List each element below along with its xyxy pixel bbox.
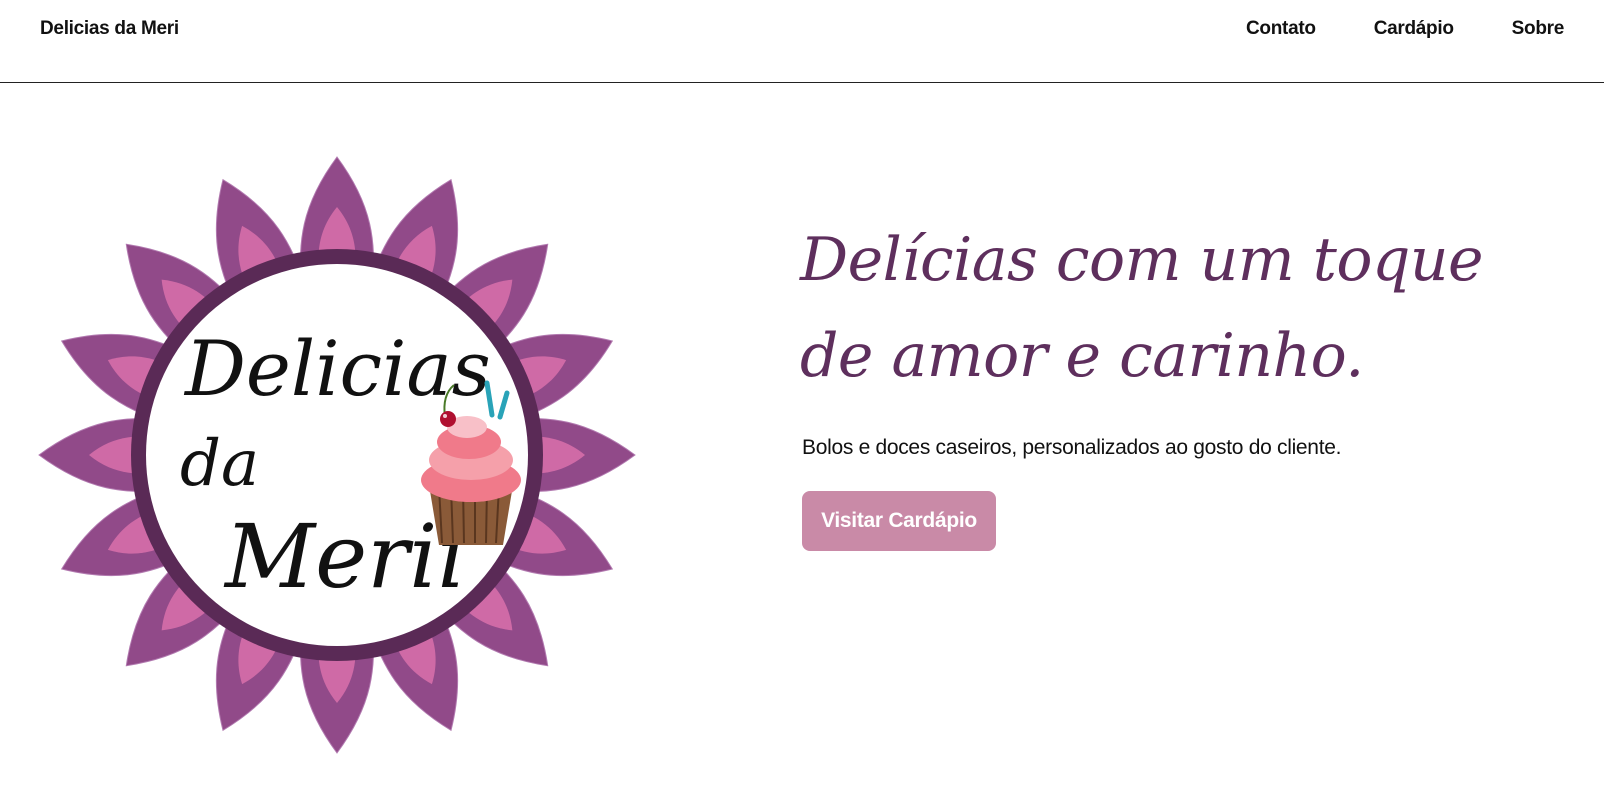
- logo-text-line2: da: [180, 427, 259, 501]
- hero-subtitle: Bolos e doces caseiros, personalizados a…: [802, 436, 1342, 459]
- nav-link-cardapio[interactable]: Cardápio: [1374, 18, 1454, 40]
- brand-name[interactable]: Delicias da Meri: [40, 18, 179, 40]
- hero-headline: Delícias com um toque de amor e carinho.: [800, 225, 1484, 391]
- navbar: Delicias da Meri Contato Cardápio Sobre: [0, 0, 1604, 83]
- nav-links: Contato Cardápio Sobre: [1246, 18, 1564, 40]
- delicias-da-meri-logo: Delicias da Merii: [38, 156, 636, 754]
- logo-text-line3: Merii: [223, 505, 466, 608]
- visitar-cardapio-button[interactable]: Visitar Cardápio: [802, 491, 996, 551]
- nav-link-contato[interactable]: Contato: [1246, 18, 1316, 40]
- nav-link-sobre[interactable]: Sobre: [1512, 18, 1565, 40]
